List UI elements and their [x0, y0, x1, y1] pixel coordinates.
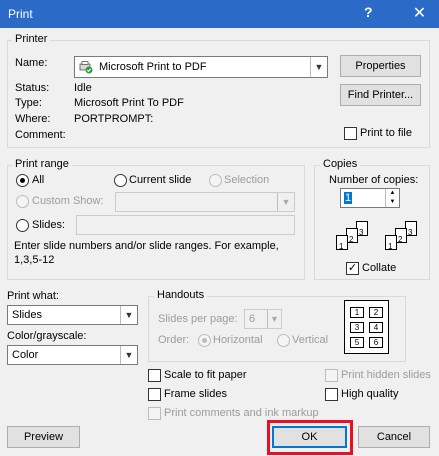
where-value: PORTPROMPT:	[74, 113, 154, 125]
current-slide-label[interactable]: Current slide	[129, 174, 191, 186]
type-label: Type:	[15, 97, 42, 109]
print-range-hint-example: 1,3,5-12	[14, 254, 55, 266]
print-comments-checkbox[interactable]	[148, 407, 161, 420]
print-hidden-label[interactable]: Print hidden slides	[341, 369, 431, 381]
print-comments-label[interactable]: Print comments and ink markup	[164, 407, 319, 419]
cancel-button[interactable]: Cancel	[358, 426, 430, 448]
ok-button[interactable]: OK	[272, 426, 347, 448]
slides-input[interactable]	[76, 215, 295, 235]
handout-preview: 1 2 3 4 5 6	[344, 300, 389, 354]
chevron-down-icon: ▼	[310, 57, 327, 77]
print-range-hint: Enter slide numbers and/or slide ranges.…	[14, 240, 279, 252]
horizontal-label[interactable]: Horizontal	[213, 334, 263, 346]
print-what-select[interactable]: Slides ▼	[7, 305, 138, 325]
selection-radio[interactable]	[209, 174, 222, 187]
copies-spinner[interactable]: 1 ▲ ▼	[340, 188, 400, 208]
frame-slides-label[interactable]: Frame slides	[164, 388, 227, 400]
horizontal-radio[interactable]	[198, 334, 211, 347]
collate-checkbox[interactable]: ✓	[346, 262, 359, 275]
slides-per-page-value: 6	[249, 313, 256, 325]
printer-group-label: Printer	[12, 33, 51, 45]
copies-value: 1	[344, 192, 353, 204]
high-quality-label[interactable]: High quality	[341, 388, 398, 400]
printer-name-value: Microsoft Print to PDF	[99, 61, 207, 73]
spinner-down-icon[interactable]: ▼	[385, 198, 399, 207]
vertical-radio[interactable]	[277, 334, 290, 347]
status-value: Idle	[74, 82, 92, 94]
preview-button-label: Preview	[23, 431, 64, 443]
custom-show-select[interactable]: ▼	[115, 192, 295, 212]
order-label: Order:	[158, 334, 190, 346]
window-title: Print	[8, 7, 33, 21]
printer-name-label: Name:	[15, 57, 48, 69]
vertical-label[interactable]: Vertical	[292, 334, 328, 346]
where-label: Where:	[15, 113, 51, 125]
slides-per-page-select[interactable]: 6 ▼	[244, 309, 282, 329]
handouts-group-label: Handouts	[154, 289, 208, 301]
close-icon[interactable]: ✕	[400, 0, 439, 28]
color-grayscale-select[interactable]: Color ▼	[7, 345, 138, 365]
slides-radio[interactable]	[16, 219, 29, 232]
find-printer-button[interactable]: Find Printer...	[340, 84, 421, 106]
properties-button-label: Properties	[355, 60, 406, 72]
scale-to-fit-label[interactable]: Scale to fit paper	[164, 369, 247, 381]
handout-cell: 3	[350, 322, 364, 333]
properties-button[interactable]: Properties	[340, 55, 421, 77]
print-to-file-checkbox[interactable]	[344, 127, 357, 140]
collate-page: 1	[336, 235, 348, 251]
type-value: Microsoft Print To PDF	[74, 97, 184, 109]
print-what-value: Slides	[12, 309, 42, 321]
number-of-copies-label: Number of copies:	[329, 174, 419, 186]
color-grayscale-label: Color/grayscale:	[7, 330, 87, 342]
printer-name-select[interactable]: Microsoft Print to PDF ▼	[74, 56, 328, 78]
title-bar: Print ? ✕	[0, 0, 439, 28]
all-label[interactable]: All	[32, 174, 44, 186]
selection-label[interactable]: Selection	[224, 174, 269, 186]
print-to-file-label[interactable]: Print to file	[360, 127, 412, 139]
all-radio[interactable]	[16, 174, 29, 187]
handout-cell: 4	[369, 322, 383, 333]
handout-cell: 6	[369, 337, 383, 348]
ok-button-label: OK	[301, 431, 318, 443]
preview-button[interactable]: Preview	[7, 426, 80, 448]
copies-group-label: Copies	[320, 158, 361, 170]
spinner-up-icon[interactable]: ▲	[385, 189, 399, 198]
high-quality-checkbox[interactable]	[325, 388, 338, 401]
collate-label[interactable]: Collate	[362, 262, 396, 274]
handout-cell: 1	[350, 307, 364, 318]
cancel-button-label: Cancel	[376, 431, 412, 443]
comment-label: Comment:	[15, 129, 66, 141]
collate-page: 1	[385, 235, 397, 251]
custom-show-radio[interactable]	[16, 195, 29, 208]
current-slide-radio[interactable]	[114, 174, 127, 187]
frame-slides-checkbox[interactable]	[148, 388, 161, 401]
find-printer-button-label: Find Printer...	[347, 89, 414, 101]
print-hidden-checkbox[interactable]	[325, 369, 338, 382]
slides-label[interactable]: Slides:	[32, 219, 65, 231]
handout-cell: 2	[369, 307, 383, 318]
scale-to-fit-checkbox[interactable]	[148, 369, 161, 382]
chevron-down-icon: ▼	[277, 193, 294, 211]
color-grayscale-value: Color	[12, 349, 39, 361]
status-label: Status:	[15, 82, 50, 94]
handout-cell: 5	[350, 337, 364, 348]
print-what-label: Print what:	[7, 290, 59, 302]
slides-per-page-label: Slides per page:	[158, 313, 238, 325]
custom-show-label[interactable]: Custom Show:	[32, 195, 104, 207]
printer-icon	[79, 61, 93, 74]
chevron-down-icon: ▼	[267, 310, 281, 328]
help-icon[interactable]: ?	[364, 4, 373, 20]
chevron-down-icon: ▼	[120, 346, 137, 364]
chevron-down-icon: ▼	[120, 306, 137, 324]
print-range-group-label: Print range	[12, 158, 72, 170]
